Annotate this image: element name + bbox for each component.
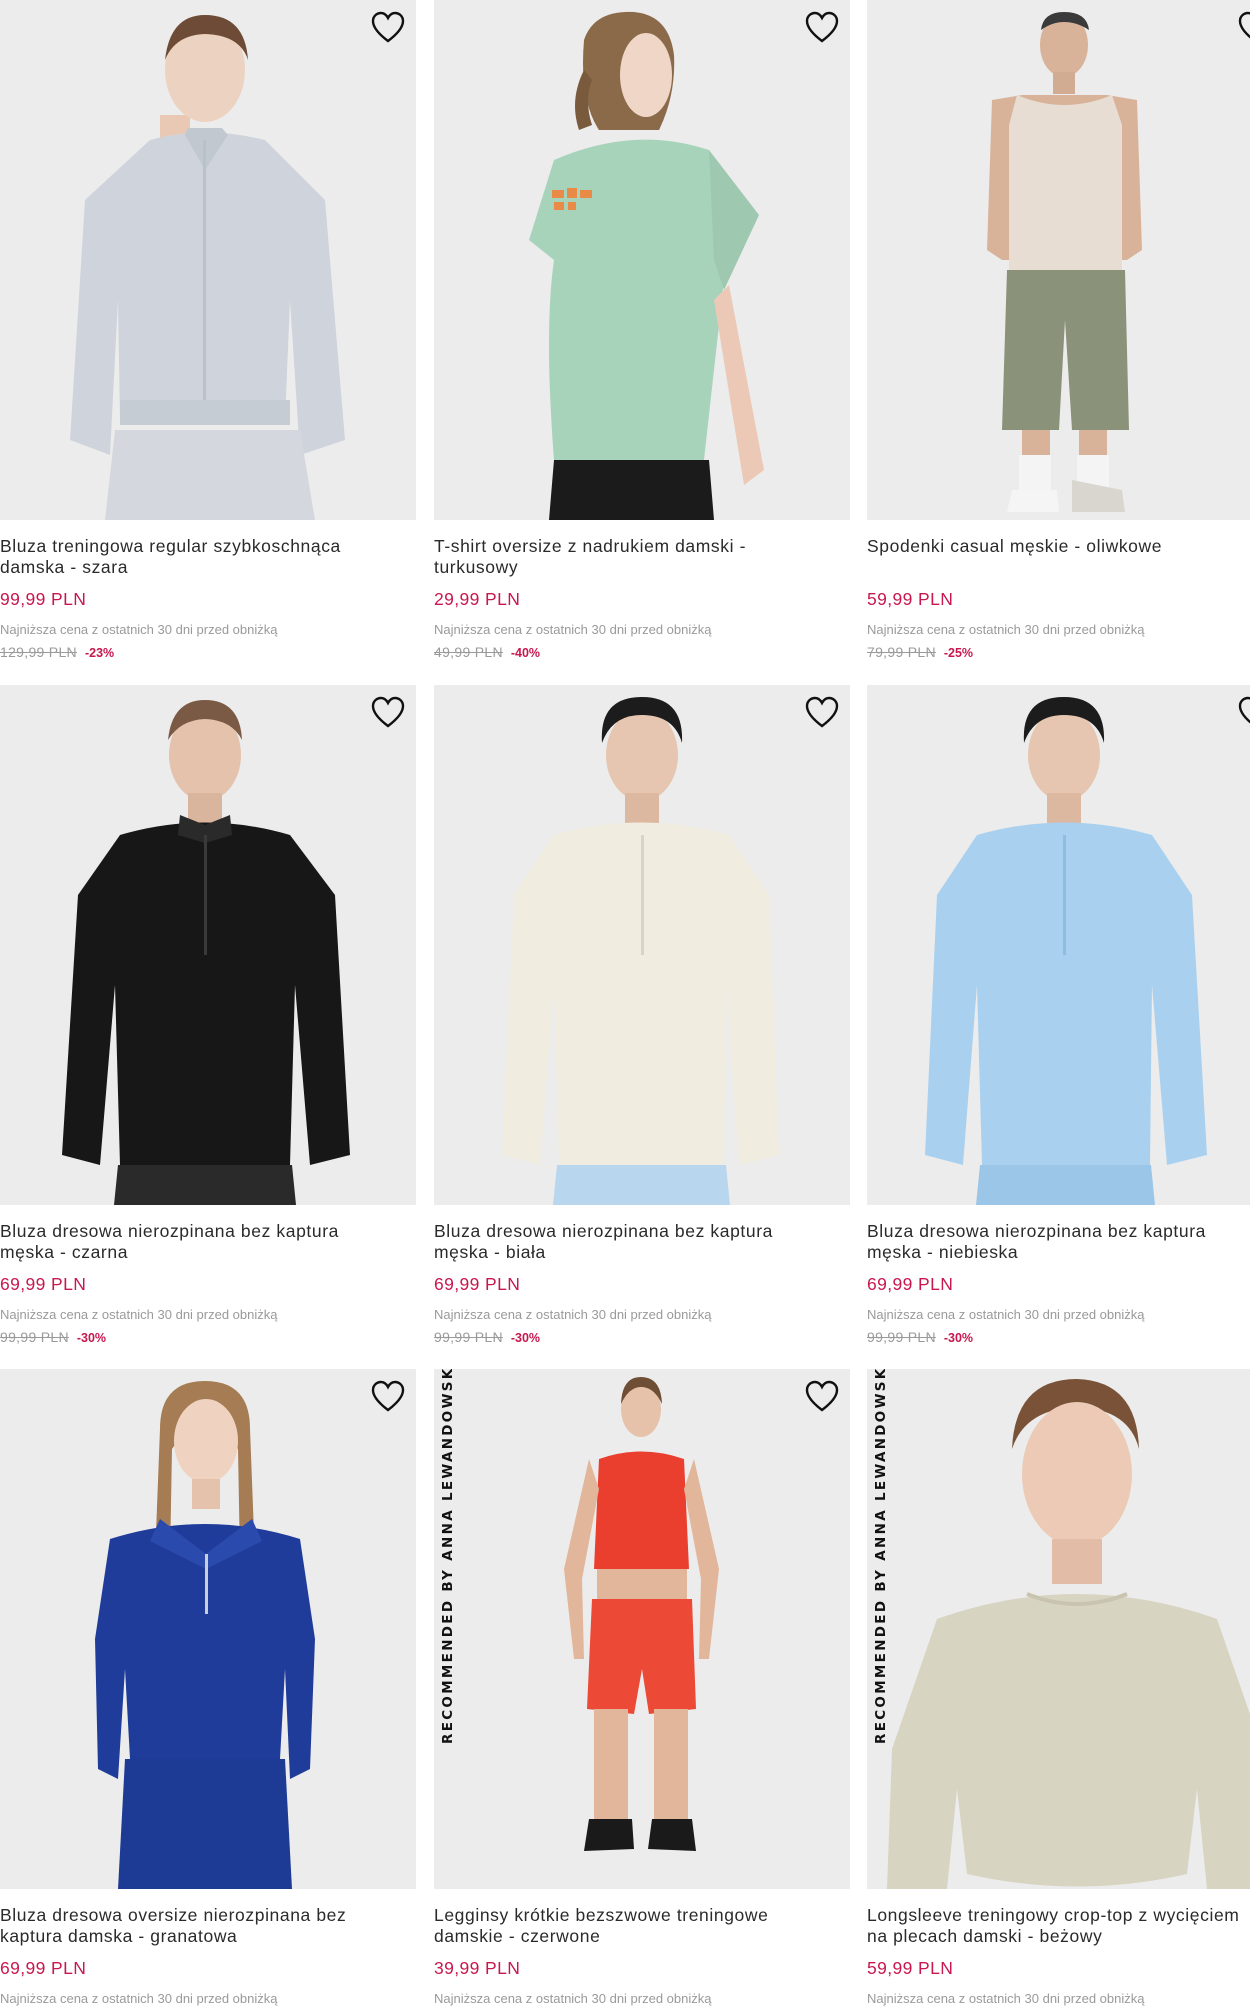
lowest-price-note: Najniższa cena z ostatnich 30 dni przed … (0, 1307, 278, 1322)
product-photo (867, 685, 1250, 1205)
product-price: 69,99 PLN (0, 1274, 87, 1294)
lowest-price-note: Najniższa cena z ostatnich 30 dni przed … (434, 622, 712, 637)
product-price: 59,99 PLN (867, 589, 954, 609)
product-name[interactable]: Bluza treningowa regular szybkoschnąca d… (0, 536, 416, 578)
product-card[interactable]: Bluza dresowa nierozpinana bez kaptura m… (867, 685, 1250, 1347)
product-photo (867, 1369, 1250, 1889)
product-image[interactable]: RECOMMENDED BY ANNA LEWANDOWSKA (867, 1369, 1250, 1889)
old-price-row: 129,99 PLN -23% (0, 643, 416, 662)
product-price: 59,99 PLN (867, 1958, 954, 1978)
product-image[interactable] (434, 0, 850, 520)
product-name[interactable]: Bluza dresowa nierozpinana bez kaptura m… (867, 1221, 1250, 1263)
product-photo (434, 685, 850, 1205)
discount-badge: -30% (76, 1331, 107, 1345)
old-price-row: 49,99 PLN -40% (434, 643, 850, 662)
discount-badge: -40% (510, 646, 541, 660)
old-price: 129,99 PLN (0, 644, 77, 660)
product-card[interactable]: Bluza dresowa nierozpinana bez kaptura m… (0, 685, 416, 1347)
wishlist-heart-icon[interactable] (804, 10, 840, 44)
product-photo (434, 0, 850, 520)
lowest-price-note: Najniższa cena z ostatnich 30 dni przed … (0, 622, 278, 637)
lowest-price-note: Najniższa cena z ostatnich 30 dni przed … (434, 1307, 712, 1322)
product-price: 29,99 PLN (434, 589, 521, 609)
old-price-row: 99,99 PLN -30% (867, 1328, 1250, 1347)
old-price: 99,99 PLN (434, 1329, 503, 1345)
recommended-badge: RECOMMENDED BY ANNA LEWANDOWSKA (870, 1369, 892, 1889)
old-price: 49,99 PLN (434, 644, 503, 660)
old-price-row: 79,99 PLN -25% (867, 643, 1250, 662)
product-price: 99,99 PLN (0, 589, 87, 609)
wishlist-heart-icon[interactable] (1237, 695, 1250, 729)
product-photo (434, 1369, 850, 1889)
product-photo (0, 1369, 416, 1889)
lowest-price-note: Najniższa cena z ostatnich 30 dni przed … (867, 622, 1145, 637)
discount-badge: -23% (84, 646, 115, 660)
wishlist-heart-icon[interactable] (370, 695, 406, 729)
product-price: 69,99 PLN (867, 1274, 954, 1294)
product-name[interactable]: Longsleeve treningowy crop-top z wycięci… (867, 1905, 1250, 1947)
product-price: 69,99 PLN (0, 1958, 87, 1978)
product-price: 69,99 PLN (434, 1274, 521, 1294)
recommended-badge: RECOMMENDED BY ANNA LEWANDOWSKA (437, 1369, 459, 1889)
old-price: 79,99 PLN (867, 644, 936, 660)
lowest-price-note: Najniższa cena z ostatnich 30 dni przed … (0, 1991, 278, 2006)
product-image[interactable] (0, 685, 416, 1205)
lowest-price-note: Najniższa cena z ostatnich 30 dni przed … (867, 1991, 1145, 2006)
product-image[interactable] (867, 0, 1250, 520)
product-card[interactable]: RECOMMENDED BY ANNA LEWANDOWSKA Longslee… (867, 1369, 1250, 2007)
product-image[interactable] (867, 685, 1250, 1205)
old-price-row: 99,99 PLN -30% (0, 1328, 416, 1347)
product-price: 39,99 PLN (434, 1958, 521, 1978)
product-grid: Bluza treningowa regular szybkoschnąca d… (0, 0, 1250, 2014)
product-photo (0, 0, 416, 520)
product-image[interactable] (0, 0, 416, 520)
wishlist-heart-icon[interactable] (804, 695, 840, 729)
wishlist-heart-icon[interactable] (804, 1379, 840, 1413)
old-price: 99,99 PLN (0, 1329, 69, 1345)
product-card[interactable]: Bluza dresowa oversize nierozpinana bez … (0, 1369, 416, 2007)
product-image[interactable]: RECOMMENDED BY ANNA LEWANDOWSKA (434, 1369, 850, 1889)
discount-badge: -30% (943, 1331, 974, 1345)
product-image[interactable] (0, 1369, 416, 1889)
product-card[interactable]: T-shirt oversize z nadrukiem damski - tu… (434, 0, 850, 662)
product-image[interactable] (434, 685, 850, 1205)
discount-badge: -30% (510, 1331, 541, 1345)
old-price-row: 99,99 PLN -30% (434, 1328, 850, 1347)
lowest-price-note: Najniższa cena z ostatnich 30 dni przed … (434, 1991, 712, 2006)
lowest-price-note: Najniższa cena z ostatnich 30 dni przed … (867, 1307, 1145, 1322)
product-photo (0, 685, 416, 1205)
product-name[interactable]: Legginsy krótkie bezszwowe treningowe da… (434, 1905, 850, 1947)
old-price: 99,99 PLN (867, 1329, 936, 1345)
product-card[interactable]: Spodenki casual męskie - oliwkowe 59,99 … (867, 0, 1250, 662)
wishlist-heart-icon[interactable] (370, 1379, 406, 1413)
wishlist-heart-icon[interactable] (370, 10, 406, 44)
product-photo (867, 0, 1250, 520)
recommended-badge-text: RECOMMENDED BY ANNA LEWANDOWSKA (440, 1369, 456, 1744)
discount-badge: -25% (943, 646, 974, 660)
product-name[interactable]: Bluza dresowa nierozpinana bez kaptura m… (0, 1221, 416, 1263)
product-card[interactable]: RECOMMENDED BY ANNA LEWANDOWSKA Legginsy… (434, 1369, 850, 2007)
product-card[interactable]: Bluza treningowa regular szybkoschnąca d… (0, 0, 416, 662)
product-name[interactable]: T-shirt oversize z nadrukiem damski - tu… (434, 536, 850, 578)
recommended-badge-text: RECOMMENDED BY ANNA LEWANDOWSKA (873, 1369, 889, 1744)
product-name[interactable]: Bluza dresowa oversize nierozpinana bez … (0, 1905, 416, 1947)
product-card[interactable]: Bluza dresowa nierozpinana bez kaptura m… (434, 685, 850, 1347)
product-name[interactable]: Spodenki casual męskie - oliwkowe (867, 536, 1250, 578)
wishlist-heart-icon[interactable] (1237, 10, 1250, 44)
product-name[interactable]: Bluza dresowa nierozpinana bez kaptura m… (434, 1221, 850, 1263)
